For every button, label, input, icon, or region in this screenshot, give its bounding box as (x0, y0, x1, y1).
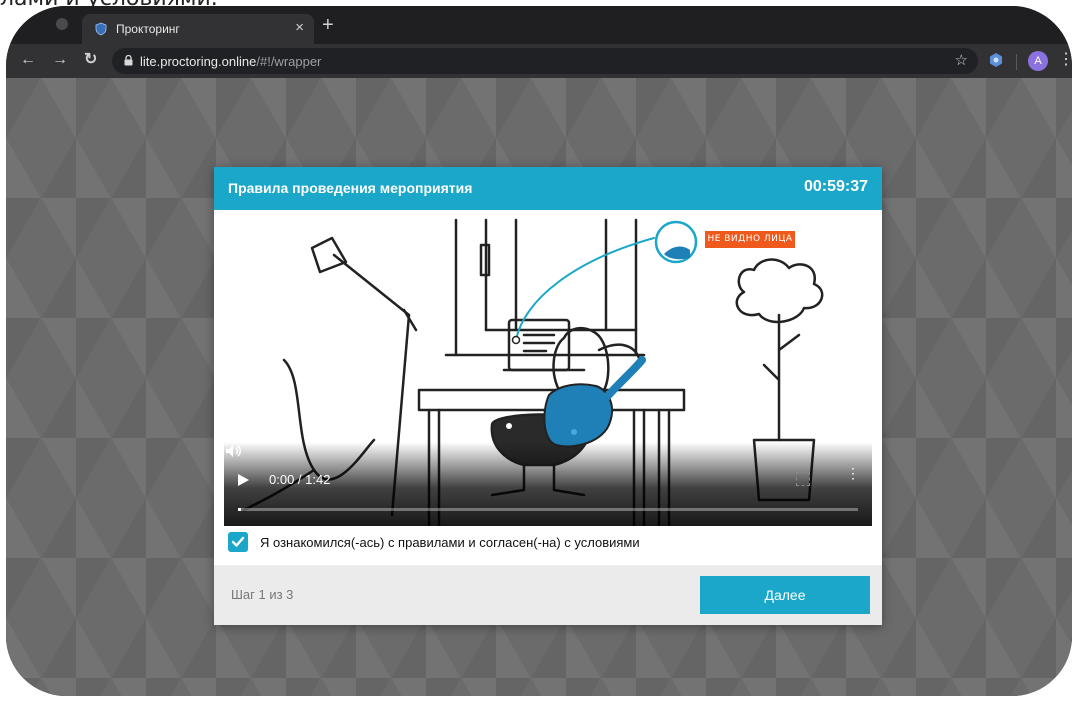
modal-title: Правила проведения мероприятия (228, 180, 473, 196)
rules-modal: Правила проведения мероприятия 00:59:37 (214, 167, 882, 625)
new-tab-button[interactable]: + (322, 15, 334, 35)
url-text: lite.proctoring.online/#!/wrapper (140, 54, 321, 69)
forward-icon[interactable]: → (52, 50, 68, 70)
tab-bar: Прокторинг × + (6, 6, 1072, 44)
bookmark-star-icon[interactable]: ☆ (955, 51, 968, 69)
tab-title: Прокторинг (116, 22, 180, 36)
toolbar-divider (1016, 54, 1017, 70)
address-bar[interactable]: lite.proctoring.online/#!/wrapper ☆ (112, 48, 978, 74)
no-face-badge: НЕ ВИДНО ЛИЦА (705, 231, 795, 248)
browser-tab[interactable]: Прокторинг × (82, 14, 314, 44)
back-icon[interactable]: ← (20, 50, 36, 70)
url-path: /#!/wrapper (256, 54, 322, 69)
window-control-icon[interactable] (56, 18, 68, 30)
close-tab-icon[interactable]: × (295, 19, 304, 37)
rules-video[interactable]: НЕ ВИДНО ЛИЦА 0:00 / 1:42 ⋮ (224, 210, 872, 526)
video-controls: 0:00 / 1:42 ⋮ (224, 442, 872, 526)
menu-dots-icon[interactable]: ⋮ (1058, 52, 1072, 68)
reload-icon[interactable]: ↻ (84, 50, 97, 70)
lock-icon (124, 55, 133, 66)
volume-icon[interactable] (224, 442, 242, 460)
page-background: Правила проведения мероприятия 00:59:37 (6, 78, 1072, 696)
browser-toolbar: ← → ↻ lite.proctoring.online/#!/wrapper … (6, 44, 1072, 78)
shield-icon (95, 22, 107, 36)
next-button[interactable]: Далее (700, 576, 870, 614)
video-progress-fill (238, 508, 242, 511)
agree-checkbox[interactable] (228, 532, 248, 552)
url-host: lite.proctoring.online (140, 54, 257, 69)
fullscreen-icon[interactable] (796, 472, 810, 486)
video-progress-bar[interactable] (238, 508, 858, 511)
browser-window: Прокторинг × + ← → ↻ lite.proctoring.onl… (6, 6, 1072, 696)
modal-footer: Шаг 1 из 3 Далее (214, 565, 882, 625)
video-time: 0:00 / 1:42 (269, 472, 331, 487)
agree-label[interactable]: Я ознакомился(-ась) с правилами и соглас… (260, 535, 640, 550)
play-icon[interactable] (238, 474, 249, 486)
extension-icon[interactable] (988, 52, 1004, 68)
more-options-icon[interactable]: ⋮ (846, 466, 860, 480)
step-indicator: Шаг 1 из 3 (231, 587, 294, 602)
profile-avatar[interactable]: A (1028, 51, 1048, 71)
check-icon (231, 536, 245, 547)
countdown-timer: 00:59:37 (803, 178, 868, 195)
modal-header: Правила проведения мероприятия 00:59:37 (214, 167, 882, 210)
